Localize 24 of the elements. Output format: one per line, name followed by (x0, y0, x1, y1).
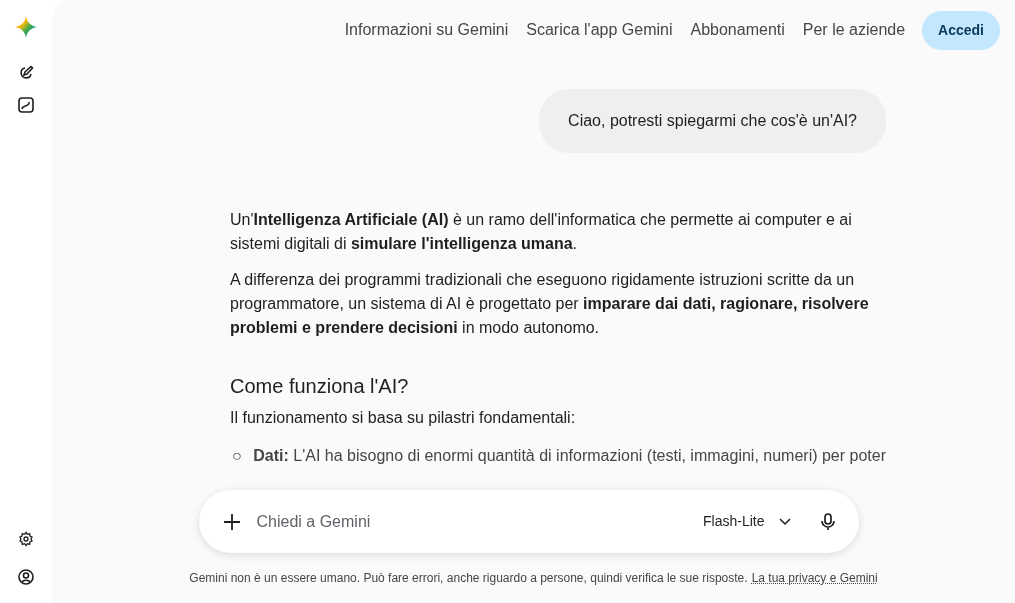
section-heading: Come funziona l'AI? (230, 374, 410, 399)
nav-link[interactable]: Informazioni su Gemini (337, 10, 516, 50)
response-paragraph: Il funzionamento si basa su pilastri fondamentali: (230, 408, 577, 428)
disclaimer-text: Gemini non è un essere umano. Può fare errori, anche riguardo a persone, quindi verifica le sue risposte. (189, 570, 748, 587)
bullet-text: Dati: L'AI ha bisogno di enormi quantità di informazioni (testi, immagini, numeri) per poter (253, 446, 886, 466)
sparkle-logo-icon[interactable] (15, 16, 37, 38)
response-paragraph: A differenza dei programmi tradizionali che eseguono rigidamente istruzioni scritte da un programmatore, un sistema di AI è progettato per imparare dai dati, ragionare, risolvere problemi e prendere decisioni in modo autonomo. (230, 270, 870, 338)
nav-link[interactable]: Per le aziende (795, 10, 913, 50)
bullet-marker: ○ (231, 446, 243, 466)
model-selector[interactable]: Flash-Lite (703, 511, 791, 532)
settings-icon[interactable] (18, 531, 34, 547)
nav-link[interactable]: Abbonamenti (683, 10, 792, 50)
plus-icon[interactable] (222, 512, 241, 531)
new-chat-icon[interactable] (18, 65, 34, 81)
chat-input-bar[interactable]: Chiedi a Gemini Flash-Lite (198, 490, 859, 553)
sign-in-button[interactable]: Accedi (922, 10, 1000, 50)
input-field[interactable]: Chiedi a Gemini (256, 509, 704, 534)
user-message: Ciao, potresti spiegarmi che cos'è un'AI? (539, 89, 886, 153)
nav-link[interactable]: Scarica l'app Gemini (519, 10, 680, 50)
response-paragraph: Un'Intelligenza Artificiale (AI) è un ramo dell'informatica che permette ai computer e ai sistemi digitali di simulare l'intelligenza umana. (230, 210, 853, 254)
chevron-down-icon (778, 517, 791, 526)
account-icon[interactable] (18, 569, 34, 585)
microphone-icon[interactable] (820, 512, 835, 531)
privacy-link[interactable]: La tua privacy e Gemini (751, 569, 878, 587)
